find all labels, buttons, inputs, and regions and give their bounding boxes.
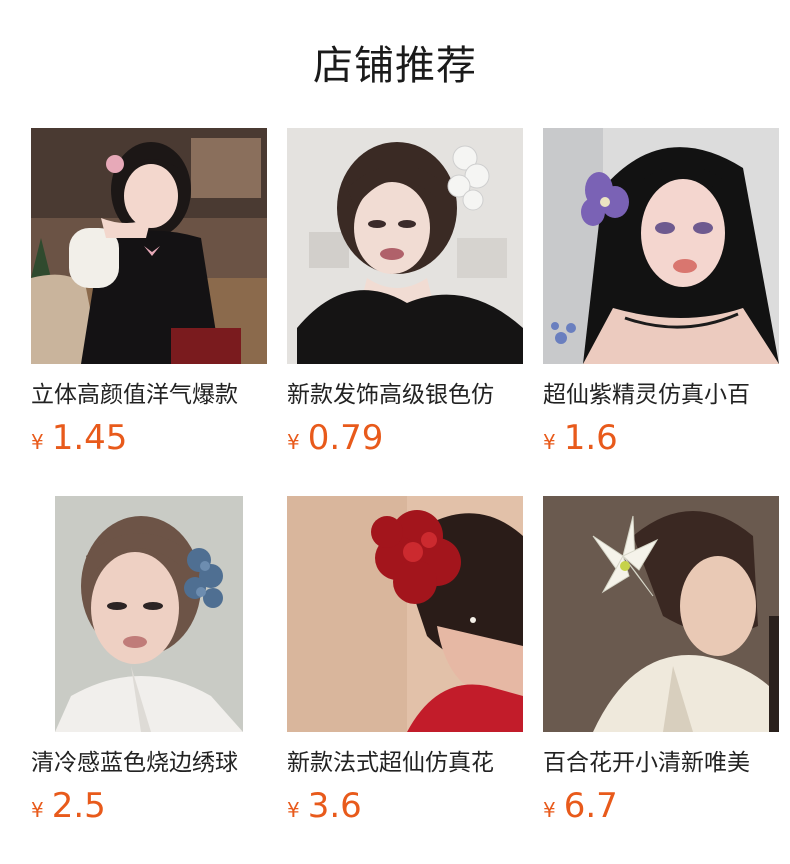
product-name[interactable]: 新款发饰高级银色仿: [287, 378, 523, 412]
product-card[interactable]: 新款法式超仙仿真花 ¥3.6: [287, 496, 523, 832]
product-image[interactable]: [31, 128, 267, 364]
product-image[interactable]: [543, 128, 779, 364]
product-card[interactable]: 新款发饰高级银色仿 ¥0.79: [287, 128, 523, 464]
product-name[interactable]: 新款法式超仙仿真花: [287, 746, 523, 780]
section-title: 店铺推荐: [313, 43, 477, 89]
currency-symbol: ¥: [287, 798, 300, 822]
price-value: 1.6: [563, 418, 618, 458]
product-card[interactable]: 立体高颜值洋气爆款 ¥1.45: [31, 128, 267, 464]
product-card[interactable]: 超仙紫精灵仿真小百 ¥1.6: [543, 128, 779, 464]
product-price: ¥1.6: [543, 418, 779, 464]
product-card[interactable]: 清冷感蓝色烧边绣球 ¥2.5: [31, 496, 267, 832]
product-price: ¥1.45: [31, 418, 267, 464]
product-image[interactable]: [543, 496, 779, 732]
product-image[interactable]: [287, 128, 523, 364]
product-image[interactable]: [31, 496, 267, 732]
product-price: ¥3.6: [287, 786, 523, 832]
currency-symbol: ¥: [543, 798, 556, 822]
product-name[interactable]: 超仙紫精灵仿真小百: [543, 378, 779, 412]
product-price: ¥0.79: [287, 418, 523, 464]
product-image[interactable]: [287, 496, 523, 732]
product-price: ¥2.5: [31, 786, 267, 832]
currency-symbol: ¥: [31, 430, 44, 454]
price-value: 6.7: [563, 786, 618, 826]
price-value: 2.5: [51, 786, 106, 826]
shop-recommendations-page: 店铺推荐 立体高颜值洋气爆款 ¥1.45 新款发饰高级银色仿 ¥ 0.79 超仙…: [0, 0, 790, 864]
price-value: 0.79: [307, 418, 384, 458]
product-name[interactable]: 清冷感蓝色烧边绣球: [31, 746, 267, 780]
price-value: 1.45: [51, 418, 128, 458]
product-card[interactable]: 百合花开小清新唯美 ¥6.7: [543, 496, 779, 832]
currency-symbol: ¥: [287, 430, 300, 454]
product-price: ¥6.7: [543, 786, 779, 832]
product-name[interactable]: 立体高颜值洋气爆款: [31, 378, 267, 412]
currency-symbol: ¥: [31, 798, 44, 822]
price-value: 3.6: [307, 786, 362, 826]
product-name[interactable]: 百合花开小清新唯美: [543, 746, 779, 780]
currency-symbol: ¥: [543, 430, 556, 454]
